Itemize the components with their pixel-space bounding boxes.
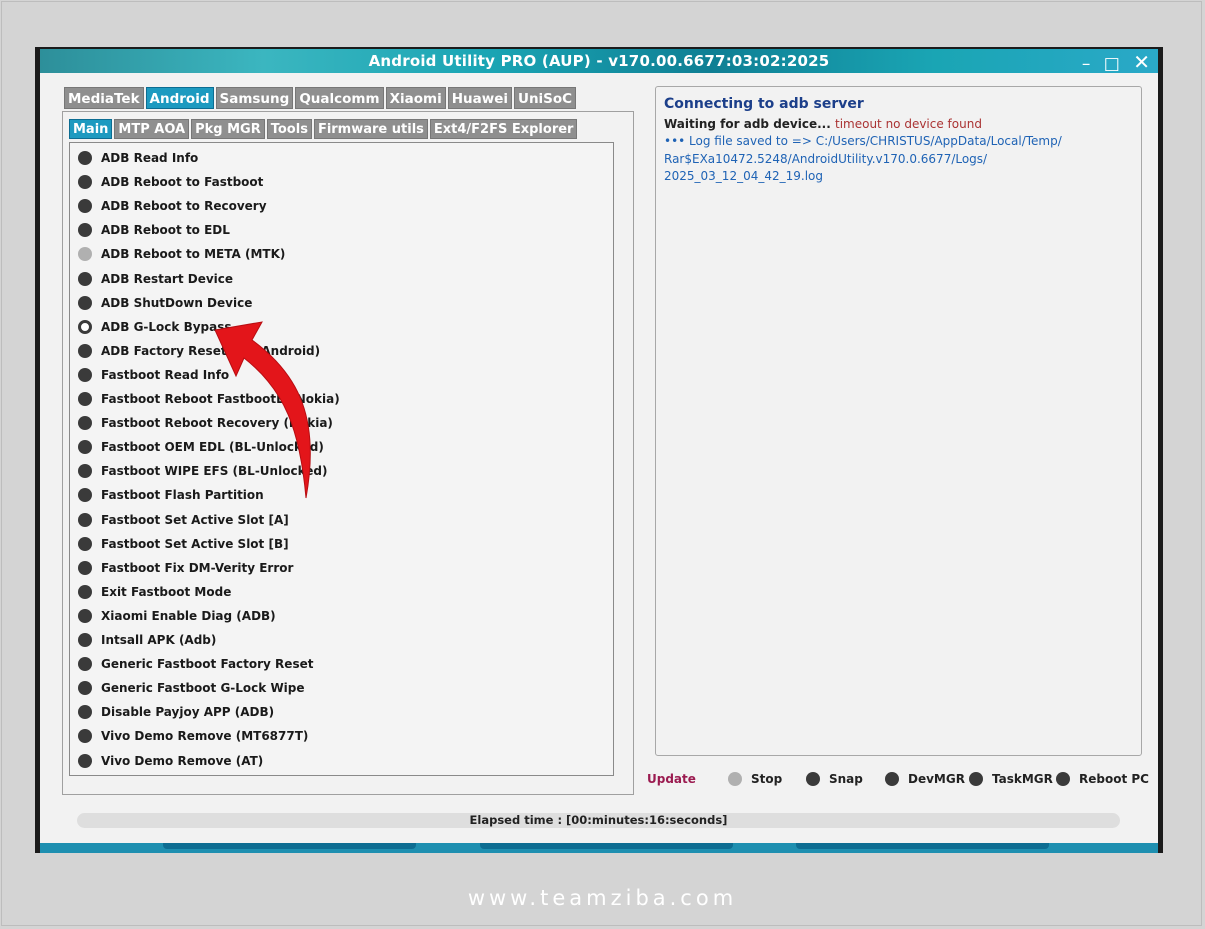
- watermark: www.teamziba.com: [467, 886, 738, 910]
- red-arrow-annotation-icon: [214, 321, 311, 499]
